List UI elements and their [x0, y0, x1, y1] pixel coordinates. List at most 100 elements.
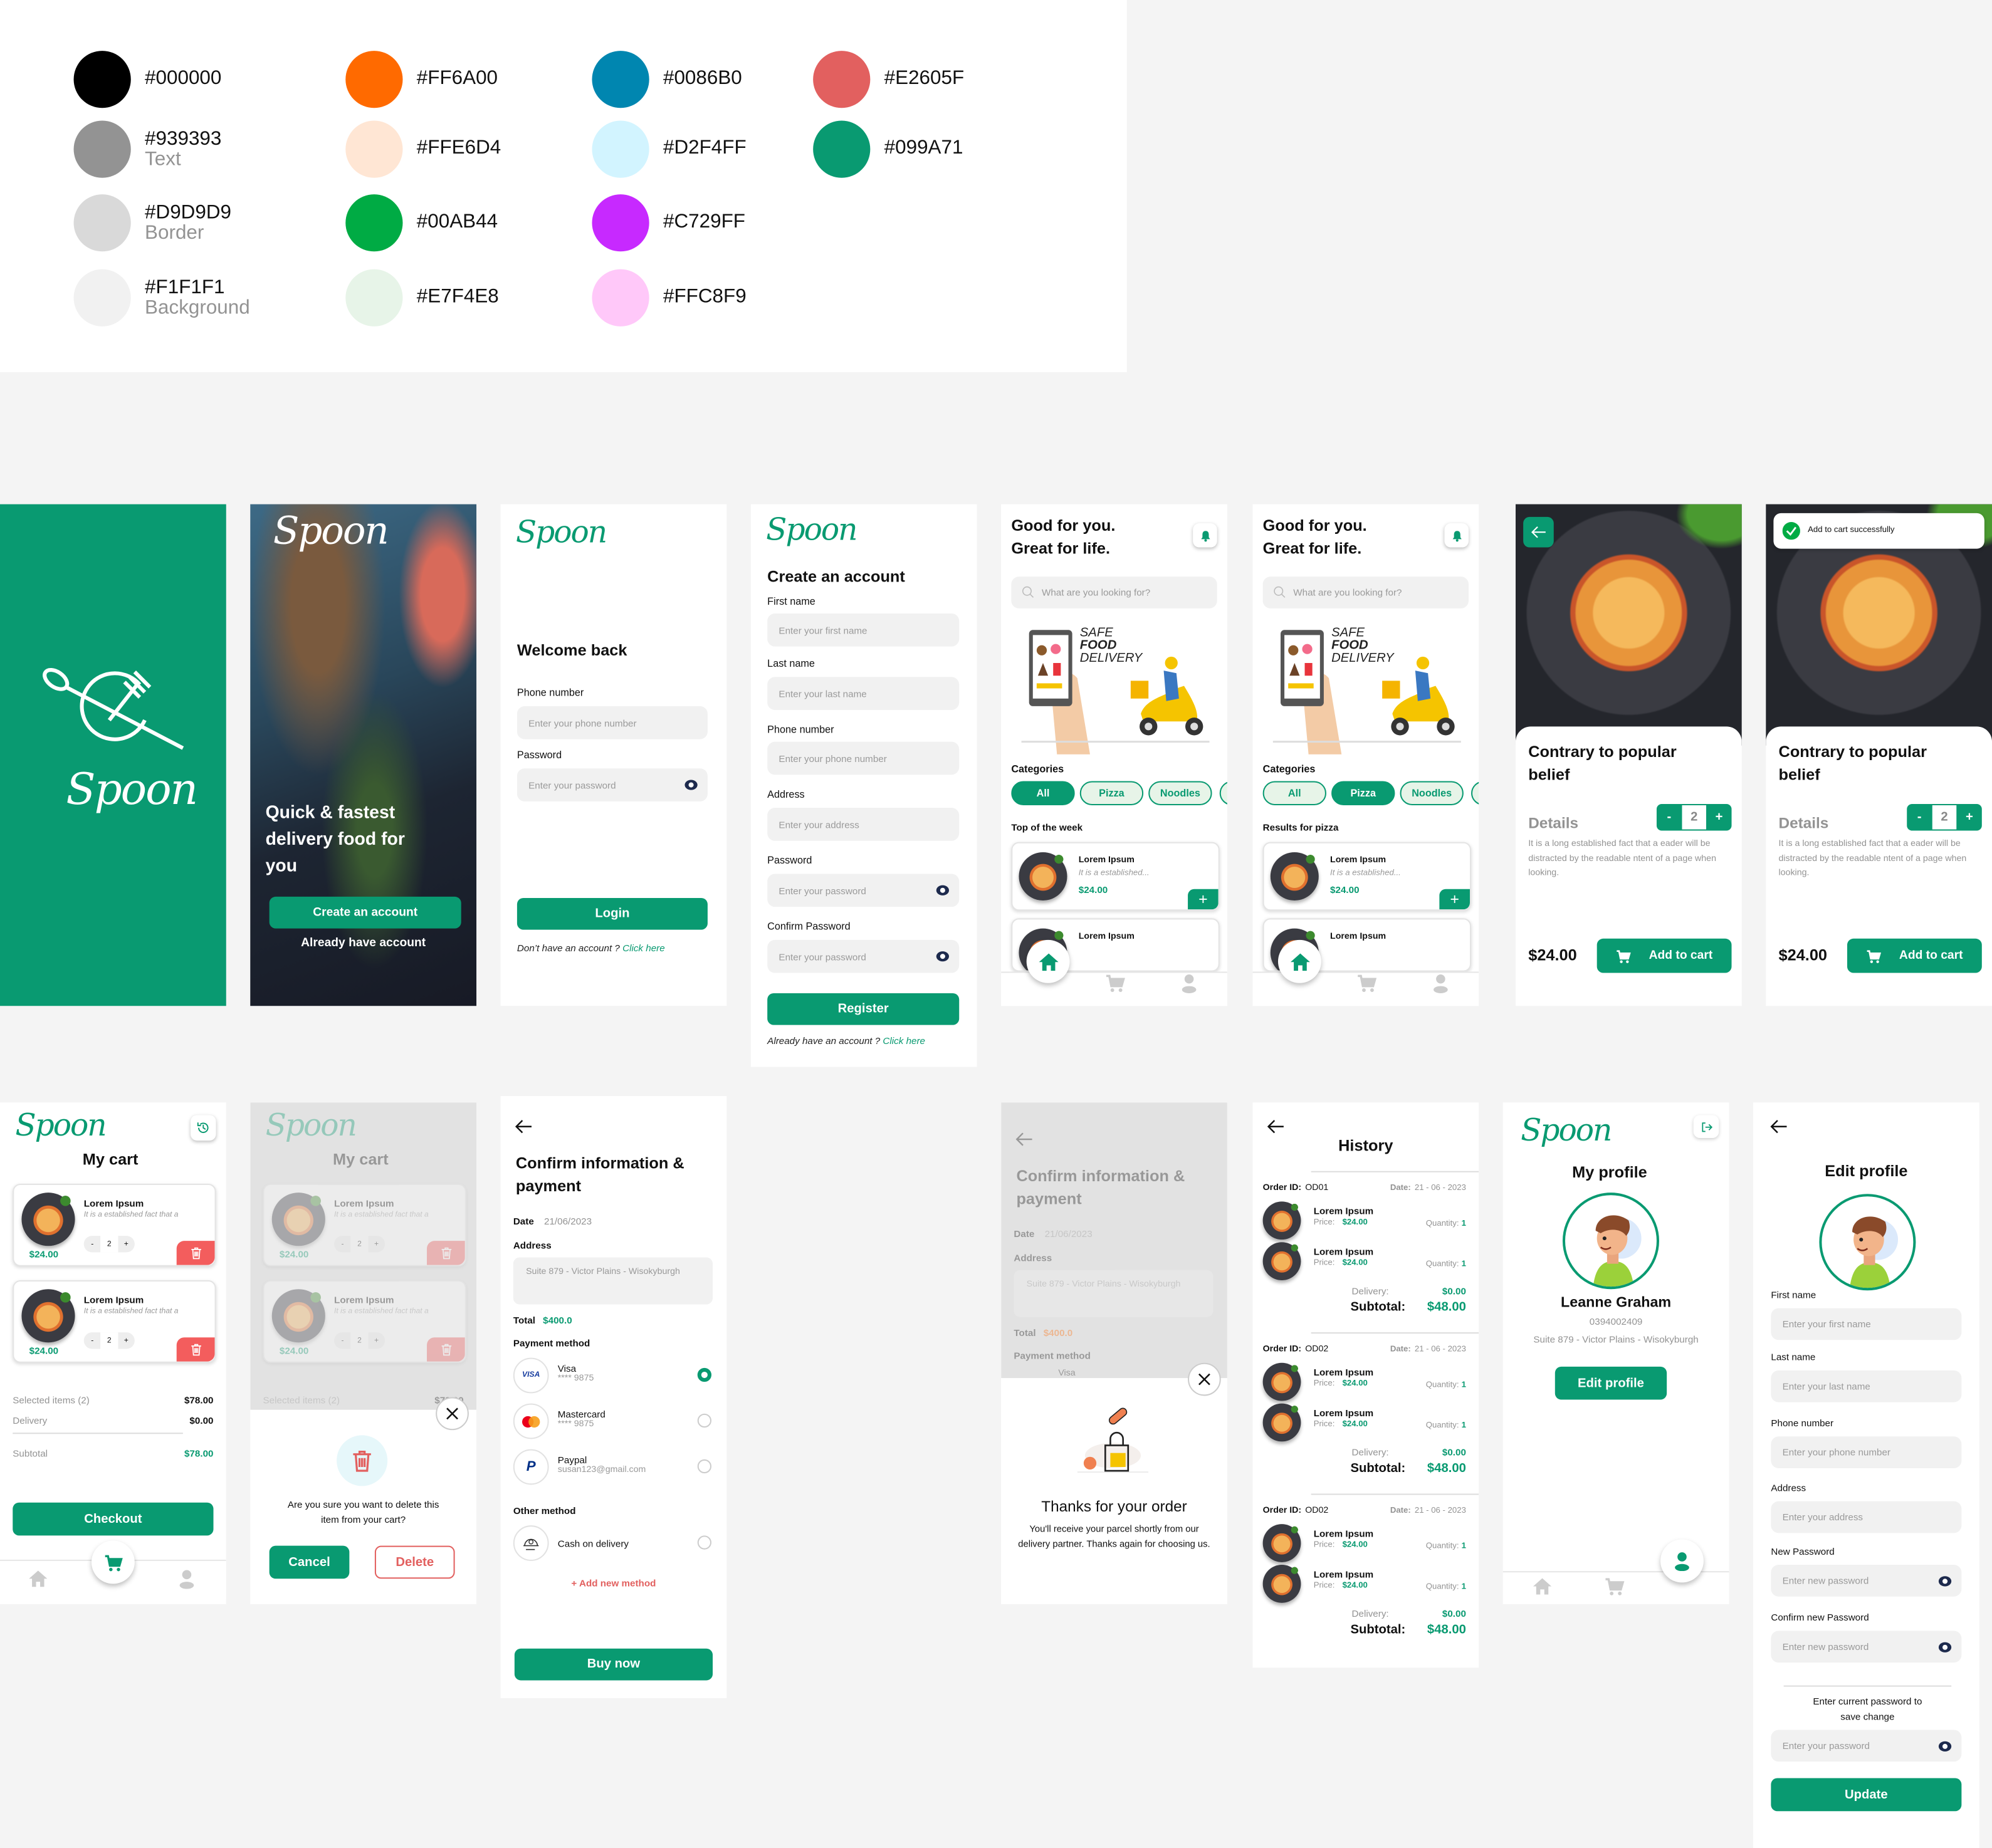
register-button[interactable]: Register: [767, 993, 960, 1025]
food-card[interactable]: Lorem Ipsum It is a established... $24.00: [1011, 842, 1220, 911]
plus-button[interactable]: +: [118, 1236, 135, 1252]
add-button[interactable]: [1188, 889, 1219, 910]
signup-link[interactable]: Click here: [622, 942, 665, 954]
payment-option-cash[interactable]: Cash on delivery: [513, 1525, 716, 1561]
payment-radio[interactable]: [697, 1413, 712, 1428]
delete-item-button[interactable]: [427, 1241, 465, 1265]
eye-icon[interactable]: [1938, 1740, 1952, 1751]
minus-button[interactable]: -: [334, 1236, 351, 1252]
confirm-new-password-input[interactable]: Enter new password: [1771, 1631, 1962, 1663]
plus-button[interactable]: +: [118, 1332, 135, 1349]
delete-button[interactable]: Delete: [374, 1545, 455, 1579]
edit-profile-button[interactable]: Edit profile: [1554, 1366, 1667, 1400]
eye-icon[interactable]: [936, 951, 950, 962]
category-chip-noodles[interactable]: Noodles: [1148, 781, 1212, 805]
payment-option[interactable]: P Paypal susan123@gmail.com: [513, 1449, 716, 1485]
category-chip-all[interactable]: All: [1262, 781, 1326, 805]
plus-button[interactable]: +: [368, 1236, 385, 1252]
close-button[interactable]: [1188, 1362, 1221, 1396]
quantity-stepper[interactable]: -2 +: [334, 1332, 385, 1349]
new-password-input[interactable]: Enter new password: [1771, 1565, 1962, 1597]
category-chip-all[interactable]: All: [1011, 781, 1075, 805]
quantity-stepper[interactable]: -2 +: [83, 1236, 135, 1253]
phone-input[interactable]: Enter your phone number: [516, 706, 708, 739]
nav-home-active[interactable]: [1277, 939, 1321, 983]
decrease-button[interactable]: -: [1657, 804, 1682, 831]
back-button[interactable]: [1523, 516, 1554, 548]
payment-radio[interactable]: [697, 1535, 712, 1550]
password-input[interactable]: Enter your password: [516, 768, 708, 801]
last-name-input[interactable]: Enter your last name: [1771, 1370, 1962, 1402]
delete-item-button[interactable]: [427, 1337, 465, 1362]
quantity-stepper[interactable]: -2 +: [83, 1332, 135, 1349]
nav-cart-icon[interactable]: [1357, 973, 1377, 993]
payment-radio[interactable]: [697, 1367, 712, 1382]
payment-radio[interactable]: [697, 1459, 712, 1474]
last-name-input[interactable]: Enter your last name: [767, 677, 960, 710]
increase-button[interactable]: +: [1957, 804, 1982, 831]
plus-button[interactable]: +: [368, 1332, 385, 1349]
increase-button[interactable]: +: [1707, 804, 1732, 831]
category-chip-pizza[interactable]: Pizza: [1331, 781, 1395, 805]
already-have-account-link[interactable]: Already have account: [250, 936, 476, 950]
eye-icon[interactable]: [1938, 1641, 1952, 1652]
delete-item-button[interactable]: [176, 1337, 215, 1362]
search-input[interactable]: What are you looking for?: [1262, 577, 1469, 608]
first-name-input[interactable]: Enter your first name: [767, 613, 960, 647]
avatar[interactable]: [1819, 1194, 1916, 1291]
buy-now-button[interactable]: Buy now: [514, 1648, 713, 1681]
password-input[interactable]: Enter your password: [767, 874, 960, 907]
payment-option[interactable]: VISA Visa **** 9875: [513, 1357, 716, 1394]
nav-profile-icon[interactable]: [1179, 973, 1199, 993]
minus-button[interactable]: -: [84, 1332, 101, 1349]
create-account-button[interactable]: Create an account: [269, 896, 461, 929]
eye-icon[interactable]: [1938, 1575, 1952, 1586]
nav-cart-active[interactable]: [91, 1540, 135, 1584]
nav-cart-icon[interactable]: [1105, 973, 1125, 993]
category-chip-pizza[interactable]: Pizza: [1079, 781, 1144, 805]
history-button[interactable]: [191, 1115, 216, 1141]
checkout-button[interactable]: Checkout: [13, 1502, 214, 1536]
add-button[interactable]: [1439, 889, 1470, 910]
close-button[interactable]: [436, 1397, 469, 1431]
phone-input[interactable]: Enter your phone number: [767, 741, 960, 775]
minus-button[interactable]: -: [334, 1332, 351, 1349]
decrease-button[interactable]: -: [1907, 804, 1932, 831]
search-input[interactable]: What are you looking for?: [1011, 577, 1217, 608]
quantity-stepper[interactable]: -2 +: [334, 1236, 385, 1253]
category-chip-more[interactable]: [1219, 781, 1227, 805]
back-arrow-icon[interactable]: [513, 1117, 533, 1137]
category-chip-noodles[interactable]: Noodles: [1400, 781, 1464, 805]
food-card[interactable]: Lorem Ipsum It is a established... $24.00: [1262, 842, 1472, 911]
cancel-button[interactable]: Cancel: [269, 1545, 350, 1579]
current-password-input[interactable]: Enter your password: [1771, 1730, 1962, 1762]
nav-home-active[interactable]: [1026, 939, 1070, 983]
payment-option[interactable]: Mastercard **** 9875: [513, 1403, 716, 1439]
delete-item-button[interactable]: [176, 1241, 215, 1265]
notification-button[interactable]: [1444, 523, 1469, 548]
nav-home-icon[interactable]: [28, 1569, 48, 1589]
nav-cart-icon[interactable]: [1605, 1576, 1625, 1596]
category-chip-more[interactable]: [1471, 781, 1479, 805]
add-to-cart-button[interactable]: Add to cart: [1847, 938, 1982, 973]
confirm-password-input[interactable]: Enter your password: [767, 939, 960, 973]
add-method-link[interactable]: + Add new method: [501, 1577, 727, 1589]
nav-profile-active[interactable]: [1660, 1539, 1704, 1583]
add-to-cart-button[interactable]: Add to cart: [1596, 938, 1732, 973]
nav-profile-icon[interactable]: [177, 1569, 197, 1589]
eye-icon[interactable]: [684, 780, 698, 790]
login-button[interactable]: Login: [516, 897, 708, 930]
quantity-stepper[interactable]: -2 +: [1907, 803, 1982, 831]
address-input[interactable]: Enter your address: [767, 808, 960, 841]
quantity-stepper[interactable]: -2 +: [1656, 803, 1732, 831]
logout-button[interactable]: [1694, 1115, 1719, 1138]
eye-icon[interactable]: [936, 885, 950, 895]
address-input[interactable]: Enter your address: [1771, 1501, 1962, 1533]
nav-home-icon[interactable]: [1532, 1576, 1552, 1596]
back-arrow-icon[interactable]: [1014, 1129, 1034, 1149]
first-name-input[interactable]: Enter your first name: [1771, 1308, 1962, 1340]
nav-profile-icon[interactable]: [1430, 973, 1450, 993]
minus-button[interactable]: -: [84, 1236, 101, 1252]
login-link[interactable]: Click here: [883, 1035, 925, 1047]
back-arrow-icon[interactable]: [1768, 1117, 1788, 1137]
